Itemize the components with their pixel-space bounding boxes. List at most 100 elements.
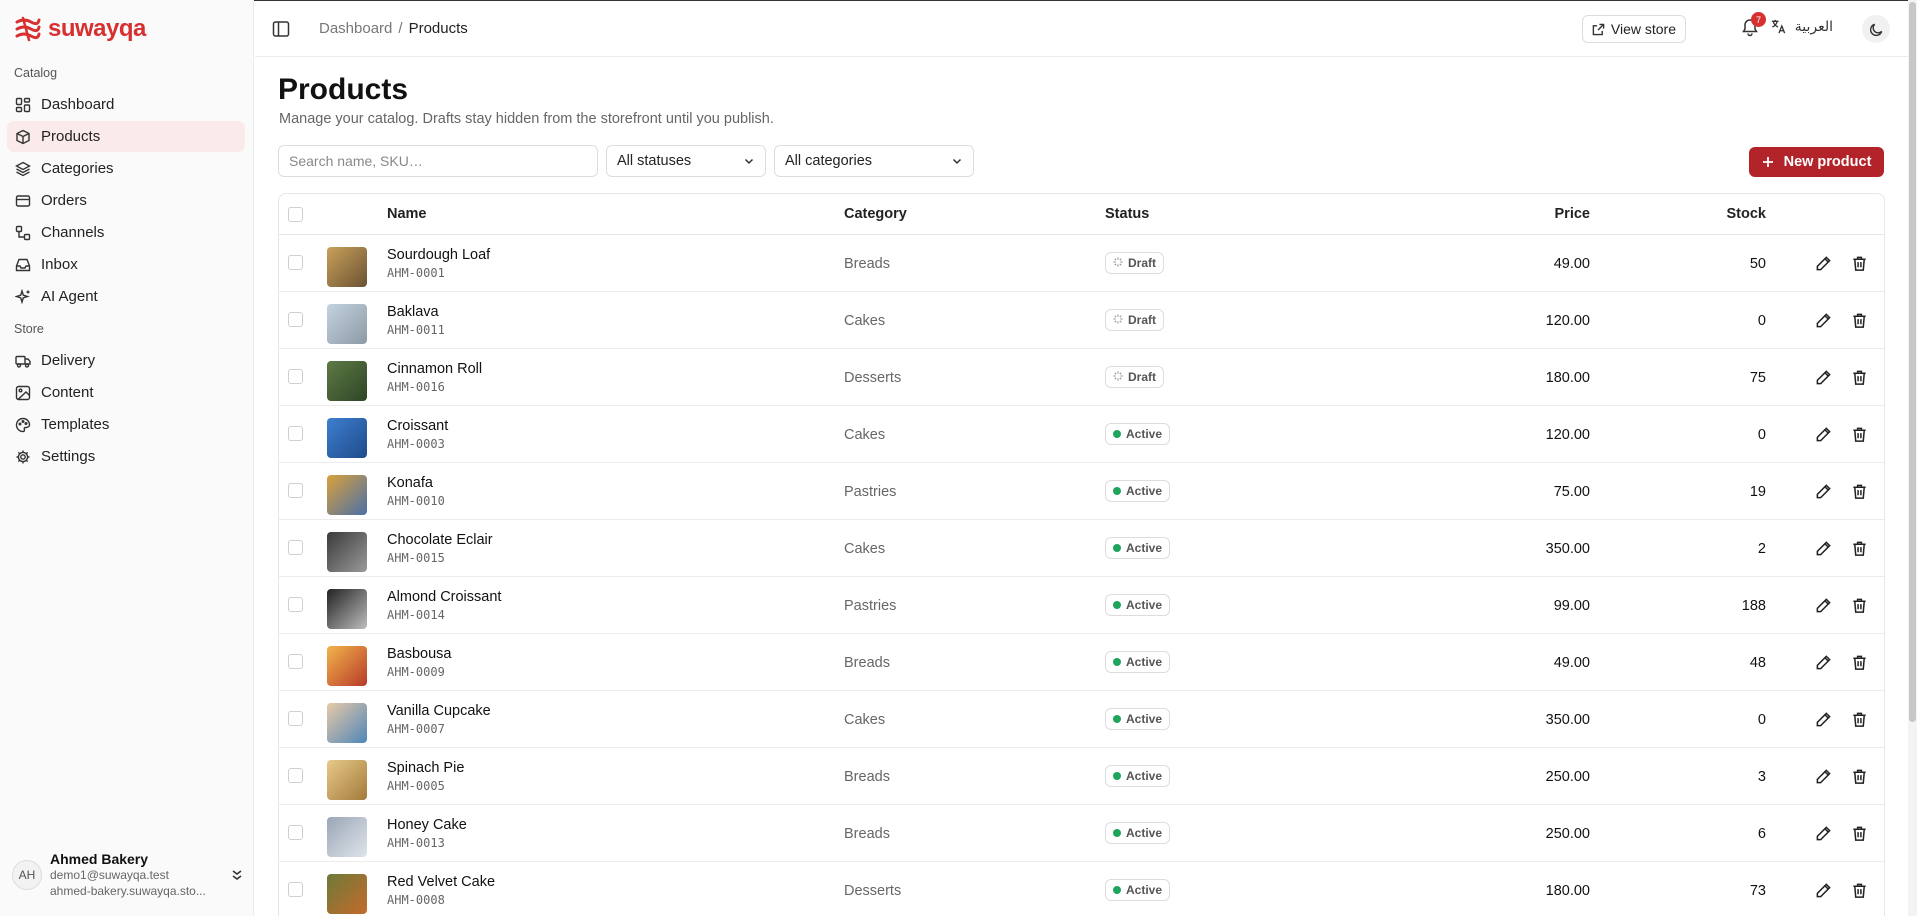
pencil-icon[interactable] bbox=[1815, 882, 1832, 899]
column-header-name[interactable]: Name bbox=[387, 206, 427, 222]
row-checkbox[interactable] bbox=[288, 654, 303, 669]
sidebar-toggle-icon[interactable] bbox=[271, 19, 291, 39]
trash-icon[interactable] bbox=[1851, 426, 1868, 443]
row-checkbox[interactable] bbox=[288, 369, 303, 384]
card-icon bbox=[15, 194, 31, 207]
table-row[interactable]: Almond Croissant AHM-0014 Pastries Activ… bbox=[279, 577, 1884, 634]
sidebar-item-ai-agent[interactable]: AI Agent bbox=[7, 281, 245, 312]
product-name[interactable]: Almond Croissant bbox=[387, 589, 501, 605]
pencil-icon[interactable] bbox=[1815, 654, 1832, 671]
product-name[interactable]: Chocolate Eclair bbox=[387, 532, 493, 548]
row-checkbox[interactable] bbox=[288, 768, 303, 783]
pencil-icon[interactable] bbox=[1815, 540, 1832, 557]
image-icon bbox=[15, 385, 31, 400]
sidebar-item-inbox[interactable]: Inbox bbox=[7, 249, 245, 280]
search-input[interactable] bbox=[278, 145, 598, 177]
status-filter-select[interactable]: All statuses bbox=[606, 145, 766, 177]
row-checkbox[interactable] bbox=[288, 825, 303, 840]
trash-icon[interactable] bbox=[1851, 369, 1868, 386]
product-name[interactable]: Croissant bbox=[387, 418, 448, 434]
sidebar-item-templates[interactable]: Templates bbox=[7, 409, 245, 440]
product-name[interactable]: Baklava bbox=[387, 304, 439, 320]
sidebar-item-settings[interactable]: Settings bbox=[7, 441, 245, 472]
table-row[interactable]: Red Velvet Cake AHM-0008 Desserts Active… bbox=[279, 862, 1884, 916]
row-checkbox[interactable] bbox=[288, 882, 303, 897]
column-header-category[interactable]: Category bbox=[844, 206, 907, 222]
pencil-icon[interactable] bbox=[1815, 768, 1832, 785]
sidebar-item-delivery[interactable]: Delivery bbox=[7, 345, 245, 376]
notifications-button[interactable]: 7 bbox=[1740, 12, 1766, 39]
sidebar-item-channels[interactable]: Channels bbox=[7, 217, 245, 248]
row-checkbox[interactable] bbox=[288, 255, 303, 270]
product-category: Breads bbox=[844, 655, 890, 671]
trash-icon[interactable] bbox=[1851, 312, 1868, 329]
sidebar-item-products[interactable]: Products bbox=[7, 121, 245, 152]
pencil-icon[interactable] bbox=[1815, 825, 1832, 842]
table-row[interactable]: Spinach Pie AHM-0005 Breads Active 250.0… bbox=[279, 748, 1884, 805]
row-checkbox[interactable] bbox=[288, 312, 303, 327]
row-checkbox[interactable] bbox=[288, 711, 303, 726]
sidebar-item-categories[interactable]: Categories bbox=[7, 153, 245, 184]
loader-icon bbox=[1113, 256, 1123, 270]
pencil-icon[interactable] bbox=[1815, 711, 1832, 728]
row-checkbox[interactable] bbox=[288, 483, 303, 498]
scrollbar-thumb[interactable] bbox=[1909, 2, 1916, 722]
new-product-button[interactable]: New product bbox=[1749, 147, 1884, 177]
language-switcher[interactable]: العربية bbox=[1770, 18, 1833, 35]
table-row[interactable]: Chocolate Eclair AHM-0015 Cakes Active 3… bbox=[279, 520, 1884, 577]
sidebar-item-content[interactable]: Content bbox=[7, 377, 245, 408]
table-row[interactable]: Sourdough Loaf AHM-0001 Breads Draft 49.… bbox=[279, 235, 1884, 292]
column-header-status[interactable]: Status bbox=[1105, 206, 1149, 222]
column-header-stock[interactable]: Stock bbox=[1727, 206, 1767, 222]
table-row[interactable]: Croissant AHM-0003 Cakes Active 120.00 0 bbox=[279, 406, 1884, 463]
row-checkbox[interactable] bbox=[288, 597, 303, 612]
pencil-icon[interactable] bbox=[1815, 426, 1832, 443]
product-name[interactable]: Basbousa bbox=[387, 646, 452, 662]
trash-icon[interactable] bbox=[1851, 768, 1868, 785]
sidebar-item-orders[interactable]: Orders bbox=[7, 185, 245, 216]
pencil-icon[interactable] bbox=[1815, 255, 1832, 272]
product-name[interactable]: Sourdough Loaf bbox=[387, 247, 490, 263]
trash-icon[interactable] bbox=[1851, 711, 1868, 728]
breadcrumb-dashboard[interactable]: Dashboard bbox=[319, 20, 392, 37]
trash-icon[interactable] bbox=[1851, 825, 1868, 842]
category-filter-select[interactable]: All categories bbox=[774, 145, 974, 177]
trash-icon[interactable] bbox=[1851, 654, 1868, 671]
account-switcher[interactable]: AH Ahmed Bakery demo1@suwayqa.test ahmed… bbox=[12, 850, 244, 900]
catalog-section-label: Catalog bbox=[14, 66, 58, 80]
table-row[interactable]: Konafa AHM-0010 Pastries Active 75.00 19 bbox=[279, 463, 1884, 520]
trash-icon[interactable] bbox=[1851, 540, 1868, 557]
product-name[interactable]: Red Velvet Cake bbox=[387, 874, 495, 890]
column-header-price[interactable]: Price bbox=[1555, 206, 1590, 222]
table-row[interactable]: Vanilla Cupcake AHM-0007 Cakes Active 35… bbox=[279, 691, 1884, 748]
table-row[interactable]: Honey Cake AHM-0013 Breads Active 250.00… bbox=[279, 805, 1884, 862]
account-name: Ahmed Bakery bbox=[50, 851, 149, 867]
trash-icon[interactable] bbox=[1851, 882, 1868, 899]
pencil-icon[interactable] bbox=[1815, 597, 1832, 614]
row-checkbox[interactable] bbox=[288, 540, 303, 555]
category-filter-value: All categories bbox=[785, 153, 873, 169]
pencil-icon[interactable] bbox=[1815, 369, 1832, 386]
trash-icon[interactable] bbox=[1851, 597, 1868, 614]
product-name[interactable]: Konafa bbox=[387, 475, 433, 491]
select-all-checkbox[interactable] bbox=[288, 207, 303, 222]
row-checkbox[interactable] bbox=[288, 426, 303, 441]
trash-icon[interactable] bbox=[1851, 483, 1868, 500]
pencil-icon[interactable] bbox=[1815, 483, 1832, 500]
product-name[interactable]: Honey Cake bbox=[387, 817, 467, 833]
table-row[interactable]: Baklava AHM-0011 Cakes Draft 120.00 0 bbox=[279, 292, 1884, 349]
page-scrollbar[interactable] bbox=[1908, 0, 1917, 916]
product-name[interactable]: Vanilla Cupcake bbox=[387, 703, 491, 719]
table-row[interactable]: Cinnamon Roll AHM-0016 Desserts Draft 18… bbox=[279, 349, 1884, 406]
product-thumbnail bbox=[327, 874, 367, 914]
sidebar-item-label: Products bbox=[41, 128, 101, 145]
sidebar-item-dashboard[interactable]: Dashboard bbox=[7, 89, 245, 120]
theme-toggle-button[interactable] bbox=[1862, 15, 1890, 43]
brand-logo[interactable]: suwayqa bbox=[14, 14, 146, 44]
product-name[interactable]: Spinach Pie bbox=[387, 760, 464, 776]
view-store-button[interactable]: View store bbox=[1581, 15, 1686, 43]
table-row[interactable]: Basbousa AHM-0009 Breads Active 49.00 48 bbox=[279, 634, 1884, 691]
product-name[interactable]: Cinnamon Roll bbox=[387, 361, 482, 377]
pencil-icon[interactable] bbox=[1815, 312, 1832, 329]
trash-icon[interactable] bbox=[1851, 255, 1868, 272]
